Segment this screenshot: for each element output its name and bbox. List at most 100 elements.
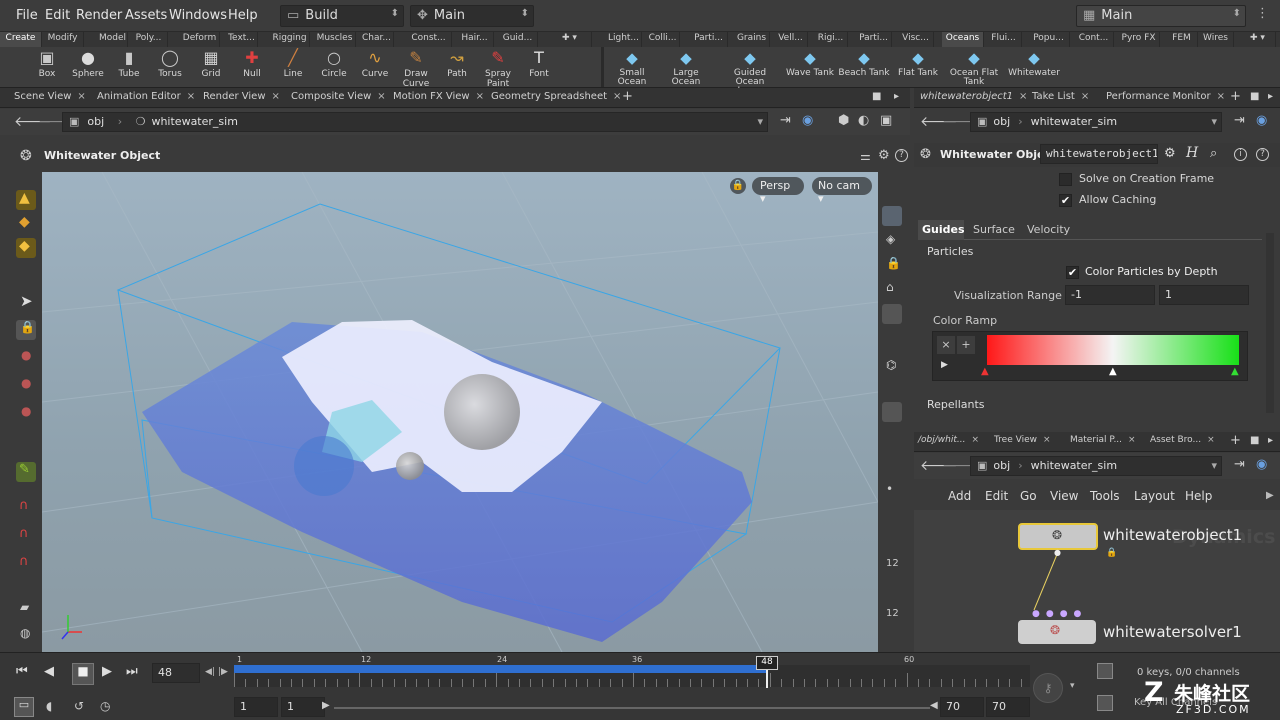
- shading-icon[interactable]: ◐: [858, 113, 869, 128]
- menu-windows[interactable]: Windows: [169, 8, 227, 23]
- net-menu-help[interactable]: Help: [1185, 489, 1212, 503]
- tool-ocean-flat-tank[interactable]: ◆ Ocean Flat Tank: [948, 49, 1000, 87]
- shelf-tab-right-11[interactable]: Cont...: [1074, 32, 1114, 47]
- chevron-down-icon[interactable]: ▾: [1070, 681, 1075, 691]
- menu-help[interactable]: Help: [228, 8, 258, 23]
- home-icon[interactable]: ⌂: [886, 280, 894, 294]
- node-whitewaterobject1[interactable]: ❂: [1018, 523, 1098, 550]
- object-mode-icon[interactable]: ◆: [16, 214, 36, 234]
- point-icon[interactable]: •: [886, 482, 893, 496]
- play-icon[interactable]: ▶: [102, 664, 126, 686]
- shelf-tab-right-5[interactable]: Rigi...: [814, 32, 848, 47]
- parm-path[interactable]: ▣ obj › whitewater_sim ▾: [970, 112, 1222, 132]
- close-icon[interactable]: ×: [1043, 435, 1051, 445]
- shelf-tab-5[interactable]: Text...: [226, 32, 258, 47]
- menu-file[interactable]: File: [16, 8, 38, 23]
- shelf-tab-right-9[interactable]: Flui...: [986, 32, 1022, 47]
- snapshot-icon[interactable]: ◈: [886, 232, 895, 246]
- range-slider[interactable]: [334, 707, 930, 709]
- camera-menu[interactable]: No cam ▾: [812, 177, 872, 205]
- playback-start-field[interactable]: 1: [281, 697, 325, 717]
- menu-arrow-icon[interactable]: ▸: [1268, 91, 1273, 102]
- step-forward-icon[interactable]: |▶: [218, 667, 228, 677]
- maximize-icon[interactable]: ■: [1250, 435, 1259, 446]
- shelf-tab-4[interactable]: Deform: [180, 32, 220, 47]
- rotate-tool-icon[interactable]: ●: [16, 376, 36, 396]
- menu-arrow-icon[interactable]: ▸: [894, 91, 899, 102]
- pin-icon[interactable]: ⇥: [780, 113, 791, 128]
- menu-edit[interactable]: Edit: [45, 8, 70, 23]
- close-icon[interactable]: ×: [77, 91, 85, 102]
- tool-draw-curve[interactable]: ✎ Draw Curve: [394, 49, 438, 90]
- parm-scrollbar[interactable]: [1266, 233, 1274, 413]
- chevron-down-icon[interactable]: ▾: [757, 115, 763, 128]
- close-icon[interactable]: ×: [187, 91, 195, 102]
- link-icon[interactable]: ◉: [1256, 113, 1267, 128]
- node-name-field[interactable]: whitewaterobject1: [1040, 144, 1158, 164]
- lock-icon[interactable]: 🔒: [16, 320, 36, 340]
- shelf-tab-11[interactable]: Guid...: [498, 32, 538, 47]
- paint-icon[interactable]: ▰: [16, 600, 36, 620]
- dynamics-mode-icon[interactable]: ◆: [16, 238, 36, 258]
- close-icon[interactable]: ×: [476, 91, 484, 102]
- shelf-tab-right-14[interactable]: Wires: [1198, 32, 1234, 47]
- clock-icon[interactable]: ◷: [100, 699, 110, 713]
- shelf-tab-9[interactable]: Const...: [406, 32, 452, 47]
- twelve-icon[interactable]: 12: [886, 558, 899, 569]
- color-ramp-widget[interactable]: × + ▶ ▲ ▲ ▲: [932, 331, 1248, 381]
- layout-icon[interactable]: ⚌: [860, 149, 871, 163]
- snap-icon[interactable]: ∩: [16, 526, 36, 546]
- gear-icon[interactable]: ⚙: [878, 148, 890, 163]
- path-node[interactable]: whitewater_sim: [151, 115, 237, 128]
- lock-view-icon[interactable]: 🔒: [886, 256, 901, 270]
- shelf-tab-10[interactable]: Hair...: [456, 32, 494, 47]
- hda-icon[interactable]: H: [1186, 145, 1198, 161]
- chevron-down-icon[interactable]: ▾: [1211, 459, 1217, 472]
- persp-menu[interactable]: Persp ▾: [752, 177, 804, 205]
- ramp-key-right[interactable]: ▲: [1231, 366, 1239, 377]
- pane-tab-0[interactable]: Scene View ×: [14, 91, 86, 102]
- close-icon[interactable]: ×: [613, 91, 621, 102]
- menu-assets[interactable]: Assets: [125, 8, 167, 23]
- help-icon[interactable]: ?: [895, 149, 908, 162]
- net-tab-2[interactable]: Material P... ×: [1070, 435, 1136, 445]
- tab-velocity[interactable]: Velocity: [1022, 220, 1078, 240]
- shelf-tab-right-10[interactable]: Popu...: [1028, 32, 1070, 47]
- shelf-tab-right-3[interactable]: Grains: [734, 32, 770, 47]
- keyframe-icon[interactable]: [1097, 663, 1113, 679]
- pane-tab-4[interactable]: Motion FX View ×: [393, 91, 484, 102]
- tool-null[interactable]: ✚ Null: [230, 49, 274, 80]
- net-tab-3[interactable]: Asset Bro... ×: [1150, 435, 1215, 445]
- search-icon[interactable]: ⌕: [1210, 146, 1217, 161]
- link-icon[interactable]: ◉: [802, 113, 813, 128]
- net-path-node[interactable]: whitewater_sim: [1031, 459, 1117, 472]
- range-end-handle[interactable]: ◀: [930, 700, 938, 711]
- shelf-tab-6[interactable]: Rigging: [270, 32, 310, 47]
- select-arrow-icon[interactable]: ➤: [16, 292, 36, 312]
- close-icon[interactable]: ×: [1128, 435, 1136, 445]
- range-start-handle[interactable]: ▶: [322, 700, 330, 711]
- net-menu-go[interactable]: Go: [1020, 489, 1037, 503]
- tool-whitewater[interactable]: ◆ Whitewater: [1008, 49, 1060, 78]
- add-tab-icon[interactable]: +: [622, 89, 633, 104]
- expand-ramp-icon[interactable]: ▶: [941, 360, 948, 370]
- add-key-button[interactable]: +: [957, 336, 975, 354]
- tool-tube[interactable]: ▮ Tube: [107, 49, 151, 80]
- output-connector[interactable]: ●: [1054, 548, 1061, 557]
- light-icon[interactable]: [882, 304, 902, 324]
- lock-camera-icon[interactable]: 🔒: [730, 178, 746, 194]
- select-mode-icon[interactable]: ▲: [16, 190, 36, 210]
- tool-box[interactable]: ▣ Box: [25, 49, 69, 80]
- pane-tab-3[interactable]: Composite View ×: [291, 91, 386, 102]
- tool-circle[interactable]: ○ Circle: [312, 49, 356, 80]
- add-tab-icon[interactable]: +: [1230, 89, 1241, 104]
- close-icon[interactable]: ×: [1217, 91, 1225, 102]
- options-icon[interactable]: ⋮: [1256, 6, 1269, 21]
- info-icon[interactable]: i: [1234, 148, 1247, 161]
- shelf-tab-right-8[interactable]: Oceans: [942, 32, 984, 47]
- audio-icon[interactable]: ◖: [46, 699, 52, 713]
- loop-icon[interactable]: ↺: [74, 699, 84, 713]
- scale-tool-icon[interactable]: ●: [16, 404, 36, 424]
- scene-viewport[interactable]: 🔒 Persp ▾ No cam ▾: [42, 172, 878, 652]
- chevron-down-icon[interactable]: ▾: [1211, 115, 1217, 128]
